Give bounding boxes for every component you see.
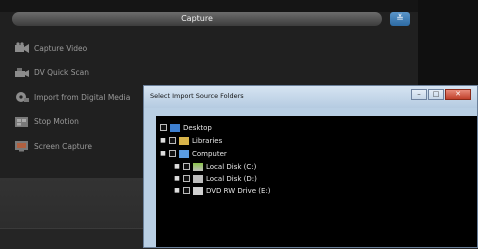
tree-item-local-disk-c[interactable]: ■ Local Disk (C:) (174, 161, 256, 172)
drive-c-icon (193, 162, 203, 171)
tree-item-local-disk-d[interactable]: ■ Local Disk (D:) (174, 173, 257, 184)
stop-motion-item[interactable]: Stop Motion (14, 110, 164, 135)
computer-icon (179, 149, 189, 158)
dvd-drive-checkbox[interactable] (183, 187, 190, 194)
expand-icon[interactable]: ■ (174, 187, 180, 194)
tree-item-label: Local Disk (D:) (206, 174, 257, 183)
minimize-button[interactable]: – (411, 89, 427, 100)
maximize-button[interactable]: □ (428, 89, 444, 100)
expand-icon[interactable]: ■ (160, 150, 166, 157)
dv-quick-scan-label: DV Quick Scan (34, 68, 89, 78)
tree-item-libraries[interactable]: ■ Libraries (160, 135, 222, 146)
top-strip (0, 0, 478, 12)
drive-d-icon (193, 174, 203, 183)
capture-video-item[interactable]: Capture Video (14, 36, 164, 61)
tree-item-dvd-drive[interactable]: ■ DVD RW Drive (E:) (174, 185, 271, 196)
computer-checkbox[interactable] (169, 150, 176, 157)
desktop-checkbox[interactable] (160, 124, 167, 131)
close-button[interactable]: ✕ (445, 89, 471, 100)
dv-camcorder-icon (14, 66, 30, 79)
digital-media-icon (14, 91, 30, 104)
tree-item-label: Local Disk (C:) (206, 162, 257, 171)
dialog-titlebar[interactable]: Select Import Source Folders – □ ✕ (144, 86, 477, 108)
expand-icon[interactable]: ■ (160, 137, 166, 144)
tree-item-label: DVD RW Drive (E:) (206, 186, 271, 195)
tree-item-label: Desktop (183, 123, 212, 132)
import-digital-media-label: Import from Digital Media (34, 92, 131, 102)
tree-item-label: Computer (192, 149, 227, 158)
dialog-title: Select Import Source Folders (150, 92, 244, 100)
local-disk-d-checkbox[interactable] (183, 175, 190, 182)
screen-capture-item[interactable]: Screen Capture (14, 134, 164, 159)
capture-menu: Capture Video DV Quick Scan Import from … (14, 36, 164, 159)
stop-motion-label: Stop Motion (34, 117, 79, 127)
dv-quick-scan-item[interactable]: DV Quick Scan (14, 61, 164, 86)
stop-motion-icon (14, 115, 30, 128)
expand-icon[interactable]: ■ (174, 163, 180, 170)
window-controls: – □ ✕ (410, 89, 471, 100)
expand-icon[interactable]: ■ (174, 175, 180, 182)
libraries-checkbox[interactable] (169, 137, 176, 144)
double-chevron-down-icon: ≚ (396, 14, 404, 24)
select-import-source-dialog: Select Import Source Folders – □ ✕ Deskt… (143, 85, 478, 248)
screen-capture-label: Screen Capture (34, 141, 92, 151)
tree-item-label: Libraries (192, 136, 223, 145)
dvd-drive-icon (193, 186, 203, 195)
folder-tree: Desktop ■ Libraries ■ Computer ■ Local D… (156, 116, 477, 247)
desktop-icon (170, 123, 180, 132)
tree-item-desktop[interactable]: Desktop (160, 122, 212, 133)
video-camera-icon (14, 42, 30, 55)
libraries-icon (179, 136, 189, 145)
expand-button[interactable]: ≚ (390, 12, 410, 26)
import-digital-media-item[interactable]: Import from Digital Media (14, 85, 164, 110)
capture-video-label: Capture Video (34, 43, 88, 53)
capture-title-bar: Capture (12, 12, 382, 26)
screen-capture-icon (14, 140, 30, 153)
tree-item-computer[interactable]: ■ Computer (160, 148, 227, 159)
local-disk-c-checkbox[interactable] (183, 163, 190, 170)
